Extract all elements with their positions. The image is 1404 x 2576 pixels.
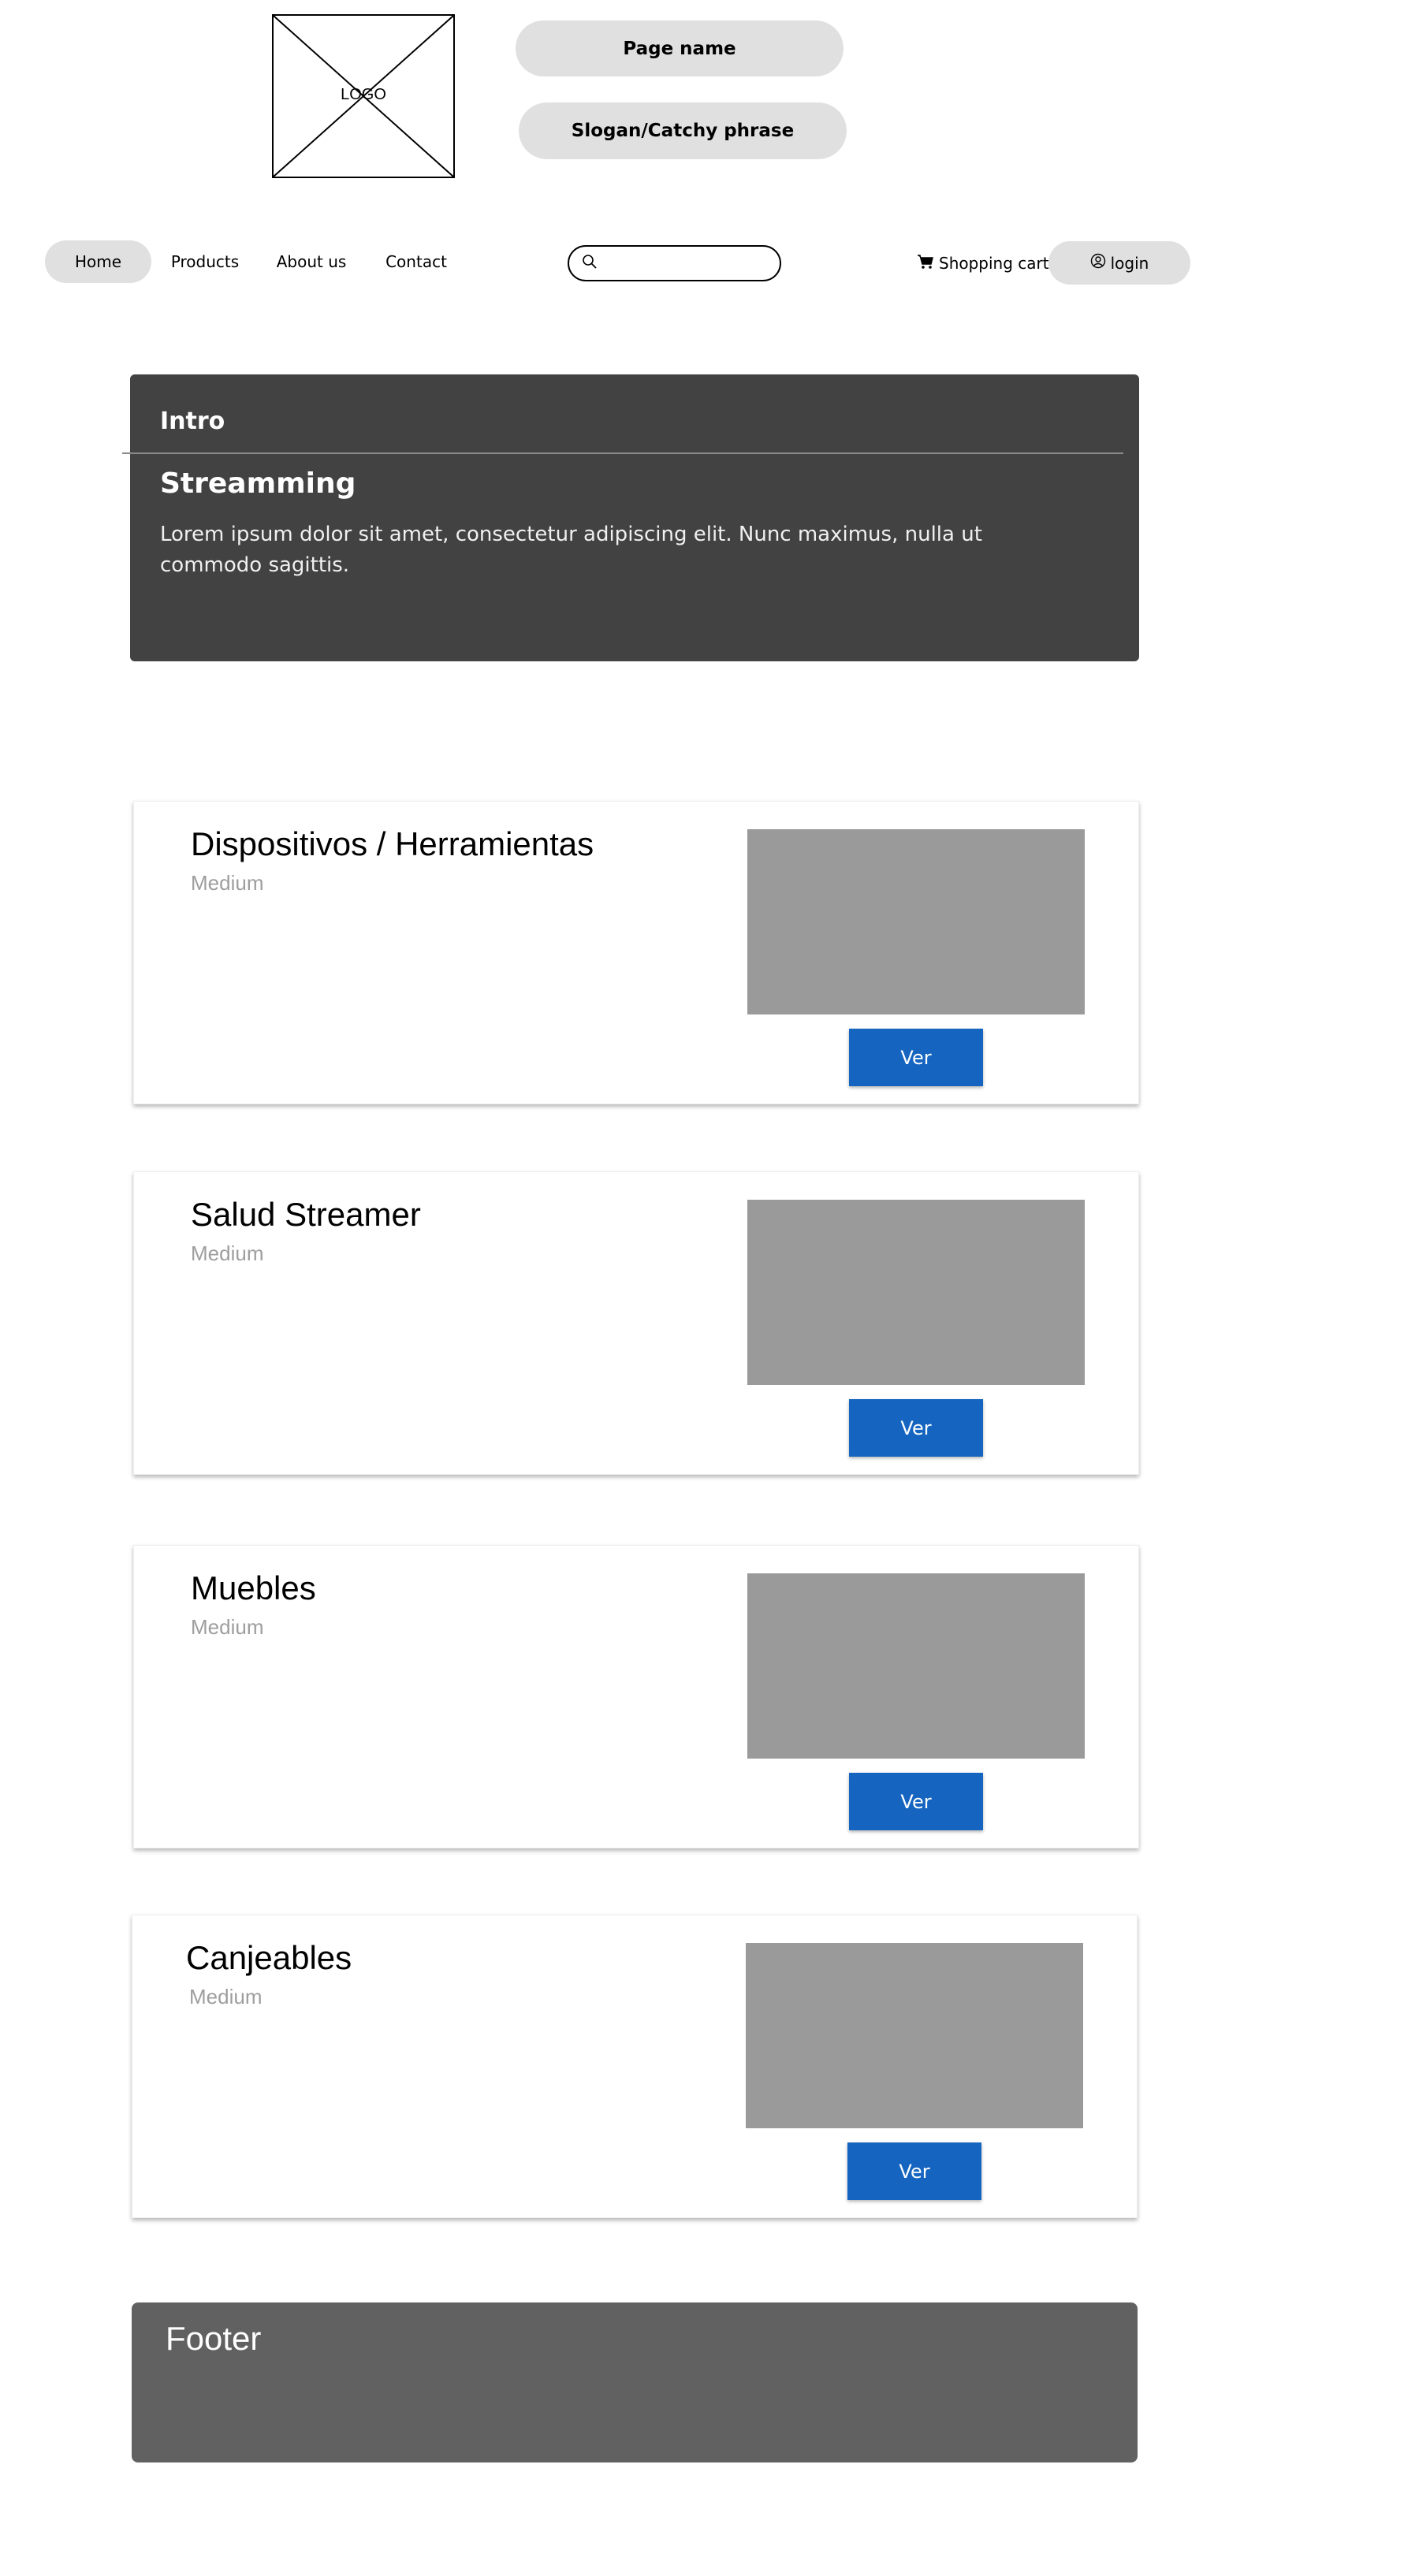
user-icon — [1090, 253, 1106, 273]
shopping-cart-label: Shopping cart — [939, 254, 1049, 273]
intro-divider — [122, 452, 1123, 454]
ver-button[interactable]: Ver — [849, 1773, 983, 1830]
card-image-placeholder — [746, 1943, 1083, 2128]
footer: Footer — [132, 2302, 1138, 2462]
category-card: Dispositivos / Herramientas Medium Ver — [133, 801, 1139, 1104]
card-subtitle: Medium — [191, 871, 264, 895]
slogan: Slogan/Catchy phrase — [519, 102, 847, 159]
intro-body: Lorem ipsum dolor sit amet, consectetur … — [160, 523, 982, 577]
card-image-placeholder — [747, 829, 1085, 1014]
category-card: Canjeables Medium Ver — [132, 1915, 1138, 2218]
cart-icon — [917, 254, 934, 274]
category-card: Salud Streamer Medium Ver — [133, 1171, 1139, 1475]
ver-button[interactable]: Ver — [849, 1399, 983, 1457]
card-title: Salud Streamer — [191, 1196, 421, 1233]
card-title: Dispositivos / Herramientas — [191, 825, 594, 862]
search-icon — [582, 254, 598, 274]
page-name: Page name — [516, 20, 844, 76]
nav-item-contact[interactable]: Contact — [377, 240, 456, 283]
intro-title: Streamming — [160, 467, 356, 500]
search-box[interactable] — [568, 245, 781, 281]
nav-item-about-us[interactable]: About us — [268, 240, 355, 283]
card-subtitle: Medium — [191, 1241, 264, 1265]
card-title: Canjeables — [186, 1939, 352, 1976]
nav-item-products[interactable]: Products — [162, 240, 248, 283]
intro-label: Intro — [160, 408, 225, 435]
search-input[interactable] — [604, 254, 765, 273]
shopping-cart-link[interactable]: Shopping cart — [917, 245, 1049, 281]
logo-text: LOGO — [341, 86, 386, 103]
nav-item-home[interactable]: Home — [45, 240, 151, 283]
card-subtitle: Medium — [191, 1615, 264, 1639]
login-label: login — [1110, 253, 1149, 273]
login-button[interactable]: login — [1048, 241, 1190, 285]
card-subtitle: Medium — [189, 1985, 263, 2008]
ver-button[interactable]: Ver — [849, 1029, 983, 1086]
footer-label: Footer — [166, 2320, 262, 2357]
ver-button[interactable]: Ver — [847, 2142, 981, 2200]
card-title: Muebles — [191, 1569, 316, 1606]
intro-section: Intro Streamming Lorem ipsum dolor sit a… — [130, 374, 1139, 661]
card-image-placeholder — [747, 1200, 1085, 1385]
logo-placeholder: LOGO — [272, 14, 455, 178]
card-image-placeholder — [747, 1573, 1085, 1759]
category-card: Muebles Medium Ver — [133, 1545, 1139, 1848]
